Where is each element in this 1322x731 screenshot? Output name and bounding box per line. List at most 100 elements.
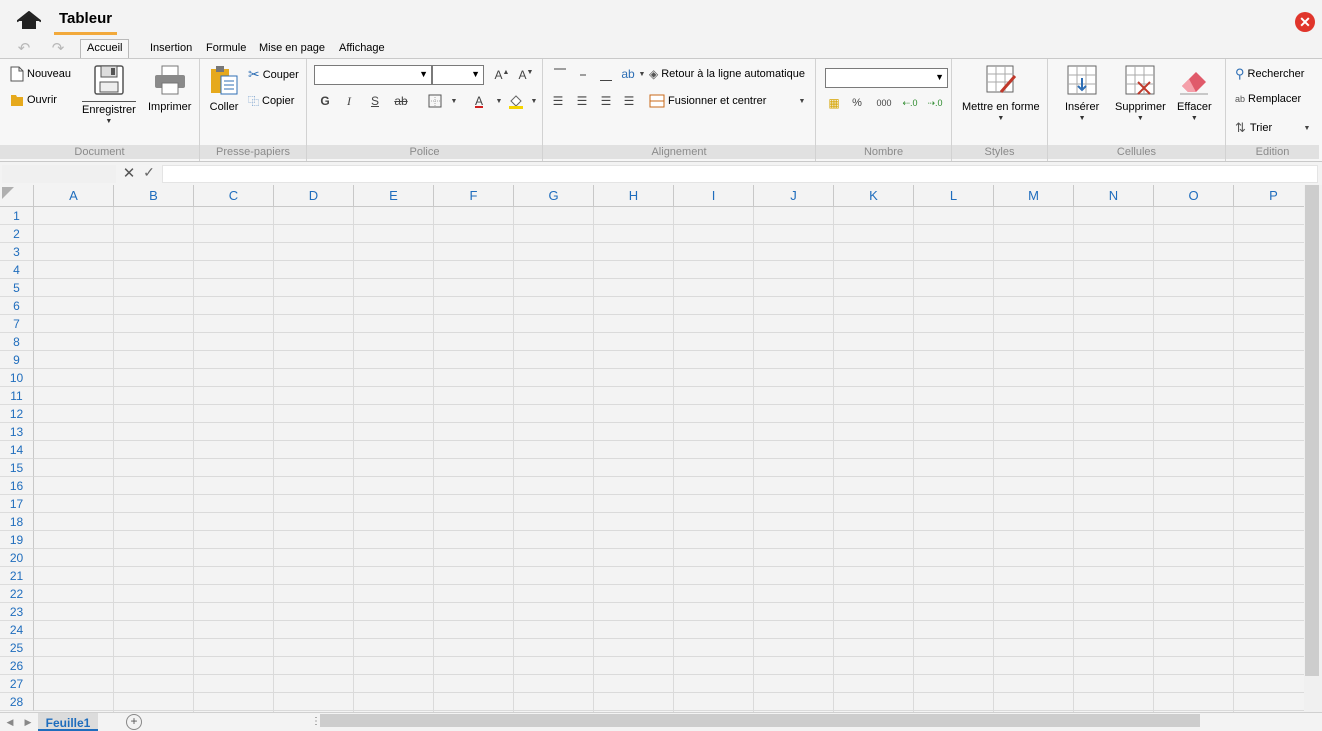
column-header[interactable]: O <box>1154 185 1234 207</box>
imprimer-button[interactable]: Imprimer <box>148 63 191 113</box>
nouveau-button[interactable]: Nouveau <box>10 66 71 82</box>
close-button[interactable]: ✕ <box>1295 12 1315 32</box>
increase-decimal-button[interactable]: ⇠.0 <box>901 94 919 112</box>
inserer-button[interactable]: Insérer ▼ <box>1065 63 1099 122</box>
column-header[interactable]: C <box>194 185 274 207</box>
tab-insertion[interactable]: Insertion <box>144 40 198 58</box>
tab-formule[interactable]: Formule <box>200 40 252 58</box>
add-sheet-button[interactable]: + <box>126 714 142 730</box>
currency-button[interactable]: ▦ <box>825 94 843 112</box>
tab-split-handle[interactable]: ⋮ <box>311 716 321 728</box>
horizontal-scroll-thumb[interactable] <box>320 714 1200 727</box>
column-header[interactable]: J <box>754 185 834 207</box>
name-box[interactable] <box>2 165 116 183</box>
formula-cancel-button[interactable]: ✕ <box>121 164 137 184</box>
tab-affichage[interactable]: Affichage <box>333 40 391 58</box>
trier-dropdown[interactable]: ▼ <box>1298 119 1316 137</box>
sheet-prev-button[interactable]: ◀ <box>4 715 16 729</box>
column-header[interactable]: K <box>834 185 914 207</box>
copier-button[interactable]: ⿻ Copier <box>248 93 294 109</box>
row-header[interactable]: 9 <box>0 351 34 369</box>
column-header[interactable]: B <box>114 185 194 207</box>
justify-button[interactable]: ☰ <box>620 92 638 110</box>
font-color-button[interactable]: A <box>470 92 488 110</box>
fill-color-dropdown[interactable]: ▼ <box>525 92 543 110</box>
row-header[interactable]: 7 <box>0 315 34 333</box>
remplacer-button[interactable]: ab Remplacer <box>1235 93 1301 105</box>
row-header[interactable]: 6 <box>0 297 34 315</box>
column-header[interactable]: L <box>914 185 994 207</box>
formula-confirm-button[interactable]: ✓ <box>141 164 157 184</box>
row-header[interactable]: 11 <box>0 387 34 405</box>
couper-button[interactable]: ✂ Couper <box>248 66 299 83</box>
decrease-decimal-button[interactable]: ⇢.0 <box>926 94 944 112</box>
align-middle-button[interactable]: ⎯ <box>574 65 592 83</box>
column-header[interactable]: F <box>434 185 514 207</box>
borders-button[interactable] <box>426 92 444 110</box>
strikethrough-button[interactable]: ab <box>392 92 410 110</box>
row-header[interactable]: 19 <box>0 531 34 549</box>
effacer-button[interactable]: Effacer ▼ <box>1177 63 1212 122</box>
row-header[interactable]: 1 <box>0 207 34 225</box>
align-top-button[interactable]: ⎺ <box>551 65 569 83</box>
borders-dropdown[interactable]: ▼ <box>445 92 463 110</box>
column-header[interactable]: G <box>514 185 594 207</box>
row-header[interactable]: 8 <box>0 333 34 351</box>
column-header[interactable]: E <box>354 185 434 207</box>
align-right-button[interactable]: ☰ <box>597 92 615 110</box>
row-header[interactable]: 21 <box>0 567 34 585</box>
align-left-button[interactable]: ☰ <box>549 92 567 110</box>
row-header[interactable]: 15 <box>0 459 34 477</box>
row-header[interactable]: 14 <box>0 441 34 459</box>
percent-button[interactable]: % <box>848 94 866 112</box>
rechercher-button[interactable]: ⚲ Rechercher <box>1235 66 1304 82</box>
thousands-button[interactable]: 000 <box>875 94 893 112</box>
formula-input[interactable] <box>162 165 1318 183</box>
underline-button[interactable]: S <box>366 92 384 110</box>
column-header[interactable]: H <box>594 185 674 207</box>
align-center-button[interactable]: ☰ <box>573 92 591 110</box>
row-header[interactable]: 20 <box>0 549 34 567</box>
number-format-combo[interactable]: ▼ <box>825 68 948 88</box>
column-a-cells[interactable] <box>34 207 114 712</box>
spreadsheet-grid[interactable]: A B C D E F G H I J K L M N O P 1 2 3 4 5 6 7 8 9 10 11 12 13 14 15 16 1… <box>0 185 1304 712</box>
bold-button[interactable]: G <box>316 92 334 110</box>
fill-color-button[interactable] <box>507 92 525 110</box>
undo-button[interactable]: ↶ <box>14 39 34 57</box>
tab-mise-en-page[interactable]: Mise en page <box>253 40 331 58</box>
coller-button[interactable]: Coller <box>207 63 241 113</box>
wrap-text-button[interactable]: ◈ Retour à la ligne automatique <box>649 67 805 81</box>
row-header[interactable]: 27 <box>0 675 34 693</box>
row-header[interactable]: 13 <box>0 423 34 441</box>
column-header[interactable]: P <box>1234 185 1304 207</box>
column-header[interactable]: N <box>1074 185 1154 207</box>
vertical-scroll-thumb[interactable] <box>1305 185 1319 676</box>
cell-area[interactable] <box>34 207 1304 712</box>
row-header[interactable]: 5 <box>0 279 34 297</box>
redo-button[interactable]: ↷ <box>48 39 68 57</box>
column-header[interactable]: A <box>34 185 114 207</box>
home-button[interactable] <box>14 8 44 34</box>
select-all-corner[interactable] <box>0 185 34 207</box>
row-header[interactable]: 10 <box>0 369 34 387</box>
merge-center-button[interactable]: Fusionner et centrer <box>649 94 766 108</box>
vertical-scrollbar[interactable] <box>1304 185 1322 712</box>
font-color-dropdown[interactable]: ▼ <box>490 92 508 110</box>
row-header[interactable]: 26 <box>0 657 34 675</box>
sheet-next-button[interactable]: ▶ <box>22 715 34 729</box>
font-grow-button[interactable]: A▲ <box>493 66 511 84</box>
row-header[interactable]: 24 <box>0 621 34 639</box>
row-header[interactable]: 4 <box>0 261 34 279</box>
row-header[interactable]: 28 <box>0 693 34 711</box>
enregistrer-button[interactable]: Enregistrer ▼ <box>82 63 136 125</box>
font-name-combo[interactable]: ▼ <box>314 65 432 85</box>
row-header[interactable]: 17 <box>0 495 34 513</box>
supprimer-button[interactable]: Supprimer ▼ <box>1115 63 1166 122</box>
sheet-tab-feuille1[interactable]: Feuille1 <box>38 713 98 731</box>
row-header[interactable]: 16 <box>0 477 34 495</box>
font-shrink-button[interactable]: A▼ <box>517 66 535 84</box>
merge-dropdown[interactable]: ▼ <box>793 92 811 110</box>
column-header[interactable]: I <box>674 185 754 207</box>
ouvrir-button[interactable]: Ouvrir <box>10 93 57 107</box>
font-size-combo[interactable]: ▼ <box>432 65 484 85</box>
